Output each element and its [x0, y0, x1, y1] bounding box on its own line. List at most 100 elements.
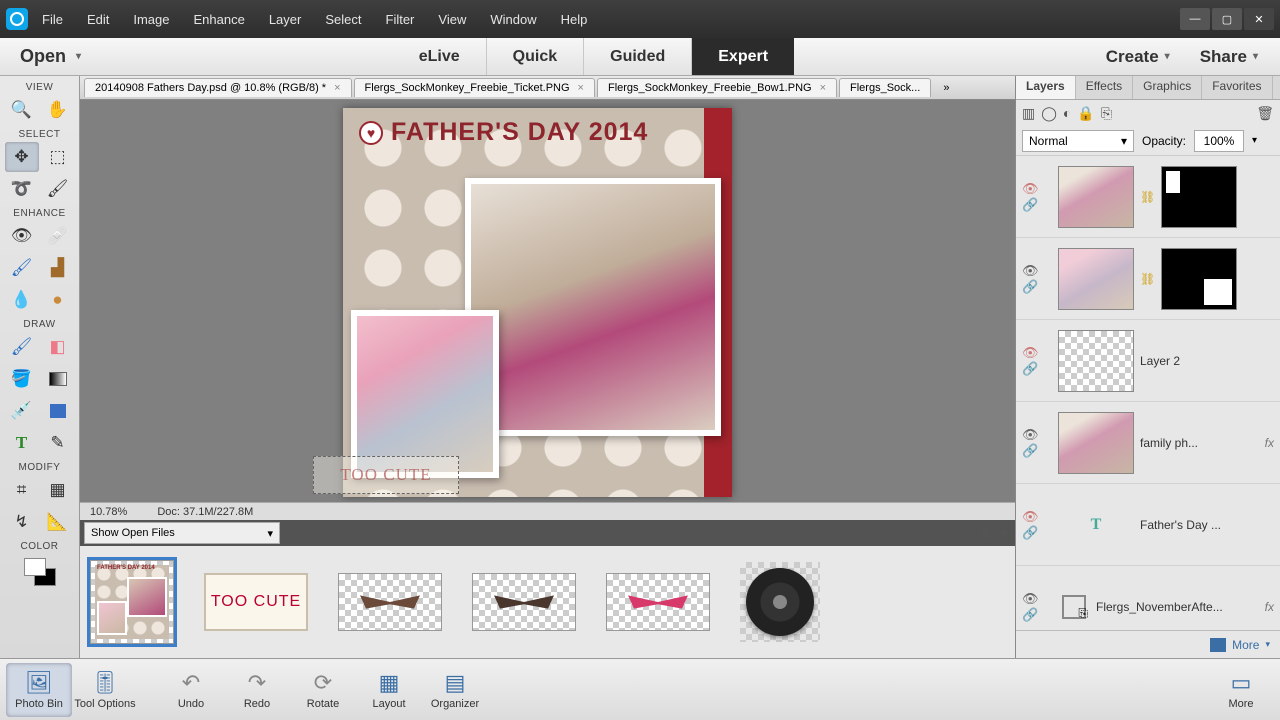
layer-mask[interactable]: [1161, 166, 1237, 228]
bin-thumb-bow3[interactable]: [606, 573, 710, 631]
bin-menu-icon[interactable]: ▾: [1001, 526, 1007, 540]
lock-icon[interactable]: 🔒: [1077, 105, 1094, 122]
close-icon[interactable]: ×: [578, 82, 584, 94]
marquee-tool[interactable]: ⬚: [41, 142, 75, 172]
bin-list-icon[interactable]: ☰: [980, 526, 991, 540]
share-button[interactable]: Share▾: [1200, 47, 1258, 67]
visibility-toggle[interactable]: 👁 🔗: [1022, 427, 1052, 459]
foreground-color[interactable]: [24, 558, 46, 576]
doc-tab[interactable]: Flergs_Sock...: [839, 78, 931, 97]
clone-stamp-tool[interactable]: ▟: [41, 253, 75, 283]
layer-row[interactable]: 👁 🔗 family ph... fx: [1016, 402, 1280, 484]
more-dropdown[interactable]: More: [1232, 638, 1259, 652]
blend-mode-dropdown[interactable]: Normal▾: [1022, 130, 1134, 152]
show-open-files-dropdown[interactable]: Show Open Files▾: [84, 522, 280, 544]
window-close-button[interactable]: ✕: [1244, 8, 1274, 30]
zoom-tool[interactable]: 🔍: [5, 95, 39, 125]
link-icon[interactable]: ⎘: [1101, 105, 1112, 122]
create-button[interactable]: Create▾: [1106, 47, 1170, 67]
close-icon[interactable]: ×: [820, 82, 826, 94]
fx-badge[interactable]: fx: [1265, 436, 1274, 450]
menu-image[interactable]: Image: [133, 12, 169, 27]
bin-thumb-ticket[interactable]: TOO CUTE: [204, 573, 308, 631]
link-icon[interactable]: ⛓: [1140, 272, 1155, 286]
visibility-toggle[interactable]: 👁 🔗: [1022, 591, 1052, 623]
layer-thumb[interactable]: [1058, 166, 1134, 228]
visibility-toggle[interactable]: 👁 🔗: [1022, 181, 1052, 213]
mode-elive[interactable]: eLive: [393, 38, 486, 75]
photo-small[interactable]: [351, 310, 499, 478]
layer-thumb[interactable]: [1058, 330, 1134, 392]
photo-large[interactable]: [465, 178, 721, 436]
layer-row[interactable]: 👁 🔗 T Father's Day ...: [1016, 484, 1280, 566]
menu-view[interactable]: View: [438, 12, 466, 27]
redo-button[interactable]: ↷Redo: [224, 663, 290, 717]
shape-tool[interactable]: [41, 396, 75, 426]
mode-expert[interactable]: Expert: [691, 38, 794, 75]
doc-tab-active[interactable]: 20140908 Fathers Day.psd @ 10.8% (RGB/8)…: [84, 78, 352, 97]
canvas-viewport[interactable]: ♥ FATHER'S DAY 2014 TOO CUTE: [80, 100, 1015, 502]
doc-tab-overflow[interactable]: »: [933, 79, 959, 97]
bin-thumb-bow1[interactable]: [338, 573, 442, 631]
more-button[interactable]: ▭More: [1208, 663, 1274, 717]
opacity-value[interactable]: 100%: [1194, 130, 1244, 152]
eyedropper-tool[interactable]: 💉: [5, 396, 39, 426]
visibility-toggle[interactable]: 👁 🔗: [1022, 509, 1052, 541]
straighten-tool[interactable]: 📐: [41, 507, 75, 537]
spot-heal-tool[interactable]: 🩹: [41, 221, 75, 251]
new-layer-icon[interactable]: ▥: [1022, 105, 1035, 122]
doc-tab[interactable]: Flergs_SockMonkey_Freebie_Bow1.PNG×: [597, 78, 837, 97]
layer-row[interactable]: 👁 🔗 Flergs_NovemberAfte... fx: [1016, 566, 1280, 630]
gradient-tool[interactable]: [41, 364, 75, 394]
tool-options-button[interactable]: 🎚Tool Options: [72, 663, 138, 717]
tab-graphics[interactable]: Graphics: [1133, 76, 1202, 99]
trash-icon[interactable]: 🗑: [1256, 105, 1274, 122]
menu-edit[interactable]: Edit: [87, 12, 109, 27]
content-move-tool[interactable]: ↯: [5, 507, 39, 537]
fx-badge[interactable]: fx: [1265, 600, 1274, 614]
new-group-icon[interactable]: ◯: [1041, 105, 1057, 122]
menu-layer[interactable]: Layer: [269, 12, 302, 27]
menu-help[interactable]: Help: [561, 12, 588, 27]
brush-tool[interactable]: 🖌: [5, 332, 39, 362]
organizer-button[interactable]: ▤Organizer: [422, 663, 488, 717]
fill-tool[interactable]: 🪣: [5, 364, 39, 394]
visibility-toggle[interactable]: 👁 🔗: [1022, 263, 1052, 295]
smart-brush-tool[interactable]: 🖌: [5, 253, 39, 283]
mode-guided[interactable]: Guided: [583, 38, 691, 75]
lasso-tool[interactable]: ➰: [5, 174, 39, 204]
layer-row[interactable]: 👁 🔗 ⛓: [1016, 238, 1280, 320]
bin-thumb-doc[interactable]: FATHER'S DAY 2014: [90, 560, 174, 644]
layer-name[interactable]: Father's Day ...: [1140, 518, 1274, 532]
layer-name[interactable]: Flergs_NovemberAfte...: [1096, 600, 1259, 614]
canvas[interactable]: ♥ FATHER'S DAY 2014 TOO CUTE: [343, 108, 732, 497]
menu-select[interactable]: Select: [325, 12, 361, 27]
menu-window[interactable]: Window: [490, 12, 536, 27]
recompose-tool[interactable]: ▦: [41, 475, 75, 505]
layer-thumb[interactable]: [1058, 248, 1134, 310]
tab-layers[interactable]: Layers: [1016, 76, 1076, 99]
bin-thumb-wheel[interactable]: [740, 562, 820, 642]
rotate-button[interactable]: ⟳Rotate: [290, 663, 356, 717]
sponge-tool[interactable]: ●: [41, 285, 75, 315]
layout-button[interactable]: ▦Layout: [356, 663, 422, 717]
crop-tool[interactable]: ⌗: [5, 475, 39, 505]
doc-tab[interactable]: Flergs_SockMonkey_Freebie_Ticket.PNG×: [354, 78, 595, 97]
layer-name[interactable]: family ph...: [1140, 436, 1259, 450]
blur-tool[interactable]: 💧: [5, 285, 39, 315]
undo-button[interactable]: ↶Undo: [158, 663, 224, 717]
redeye-tool[interactable]: 👁: [5, 221, 39, 251]
hand-tool[interactable]: ✋: [41, 95, 75, 125]
layer-name[interactable]: Layer 2: [1140, 354, 1274, 368]
move-tool[interactable]: ✥: [5, 142, 39, 172]
menu-file[interactable]: File: [42, 12, 63, 27]
open-button[interactable]: Open ▾: [20, 46, 81, 67]
pencil-tool[interactable]: ✎: [41, 428, 75, 458]
menu-enhance[interactable]: Enhance: [194, 12, 245, 27]
window-maximize-button[interactable]: ▢: [1212, 8, 1242, 30]
layer-thumb[interactable]: [1058, 412, 1134, 474]
tab-favorites[interactable]: Favorites: [1202, 76, 1272, 99]
more-icon[interactable]: [1210, 638, 1226, 652]
layer-row[interactable]: 👁 🔗 ⛓: [1016, 156, 1280, 238]
color-swatches[interactable]: [20, 558, 60, 586]
